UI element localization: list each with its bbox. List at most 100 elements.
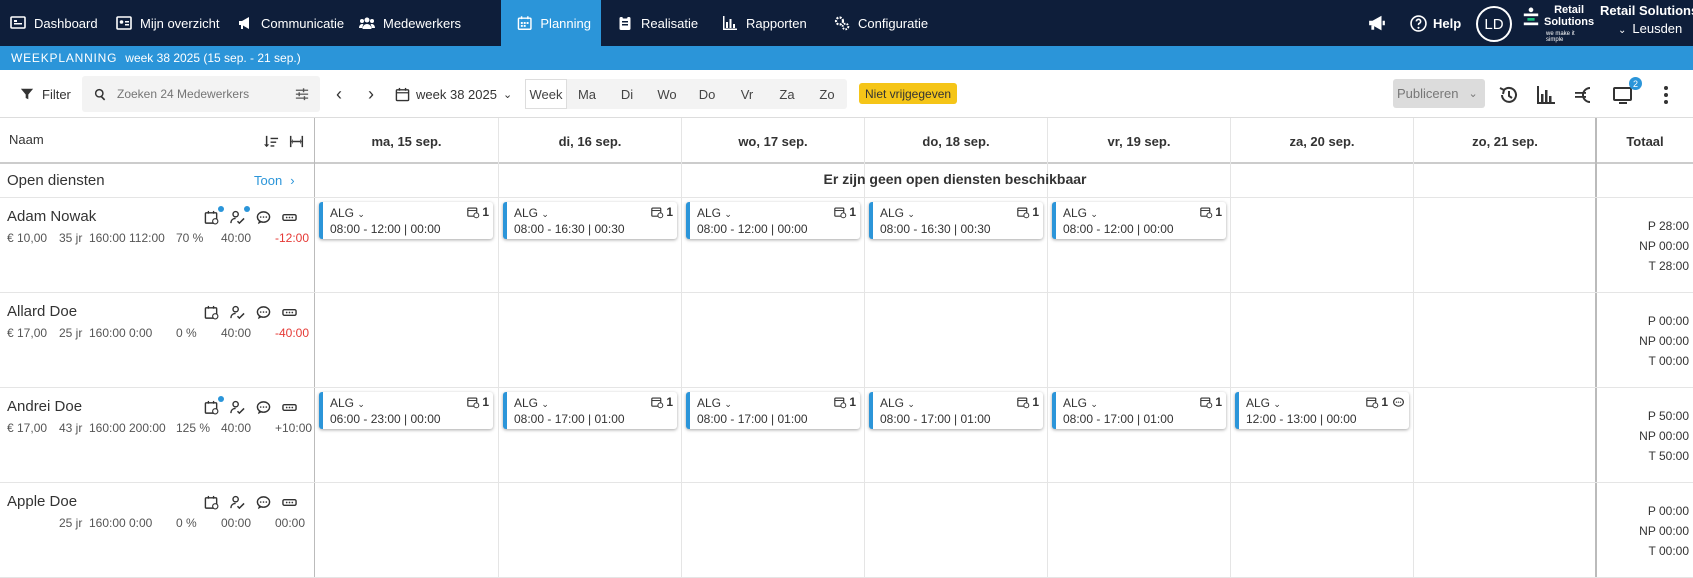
contract-hours: 160:00	[89, 516, 126, 530]
nav-label: Rapporten	[746, 15, 807, 31]
day-tab-vr[interactable]: Vr	[727, 79, 767, 109]
nav-configuratie[interactable]: Configuratie	[824, 0, 938, 46]
shift-time: 08:00 - 17:00 | 01:00	[697, 412, 808, 426]
nav-realisatie[interactable]: Realisatie	[607, 0, 708, 46]
day-tab-wo[interactable]: Wo	[647, 79, 687, 109]
sliders-icon[interactable]	[295, 87, 309, 101]
more-options-icon[interactable]	[282, 210, 299, 227]
day-tab-ma[interactable]: Ma	[567, 79, 607, 109]
row-totals: P 50:00 NP 00:00 T 50:00	[1639, 409, 1689, 463]
chat-icon[interactable]	[256, 210, 273, 227]
more-options-icon[interactable]	[282, 495, 299, 512]
grid-header: Naam ma, 15 sep. di, 16 sep. wo, 17 sep.…	[0, 118, 1693, 164]
chevron-down-icon: ⌄	[907, 209, 915, 219]
shift-card[interactable]: ALG ⌄ 1 08:00 - 17:00 | 01:00	[869, 392, 1043, 429]
euro-icon[interactable]	[1573, 84, 1595, 106]
chat-icon[interactable]	[256, 400, 273, 417]
more-options-icon[interactable]	[282, 305, 299, 322]
week-hours: 40:00	[221, 326, 252, 340]
shift-time: 12:00 - 13:00 | 00:00	[1246, 412, 1357, 426]
percentage: 125 %	[176, 421, 211, 435]
next-week-button[interactable]: ›	[368, 80, 374, 108]
day-tab-do[interactable]: Do	[687, 79, 727, 109]
nav-rapporten[interactable]: Rapporten	[712, 0, 817, 46]
calendar-clock-icon	[834, 396, 847, 408]
day-tab-zo[interactable]: Zo	[807, 79, 847, 109]
chat-icon[interactable]	[256, 495, 273, 512]
shift-card[interactable]: ALG ⌄ 1 08:00 - 17:00 | 01:00	[686, 392, 860, 429]
week-picker[interactable]: week 38 2025 ⌄	[395, 80, 512, 108]
day-tab-di[interactable]: Di	[607, 79, 647, 109]
employee-name[interactable]: Allard Doe	[7, 303, 77, 320]
history-icon[interactable]	[1498, 84, 1520, 106]
employee-row: Adam Nowak € 10,00 35 jr 160:00 112:00 7…	[0, 198, 1693, 293]
nav-dashboard[interactable]: Dashboard	[0, 0, 108, 46]
hours-delta: -40:00	[275, 326, 310, 340]
user-check-icon[interactable]	[230, 400, 247, 417]
employee-name[interactable]: Andrei Doe	[7, 398, 82, 415]
day-tab-za[interactable]: Za	[767, 79, 807, 109]
top-navigation: Dashboard Mijn overzicht Communicatie Me…	[0, 0, 1693, 46]
shift-card[interactable]: ALG ⌄ 1 08:00 - 17:00 | 01:00	[503, 392, 677, 429]
store-location[interactable]: ⌄ Leusden	[1618, 21, 1682, 36]
open-shifts-toggle[interactable]: Toon ›	[254, 173, 295, 188]
chevron-right-icon: ›	[368, 83, 374, 104]
sort-icon[interactable]	[264, 134, 279, 149]
announcements-icon[interactable]	[1368, 14, 1386, 32]
shift-count: 1	[467, 205, 489, 219]
publish-button[interactable]: Publiceren ⌄	[1393, 79, 1485, 108]
filter-button[interactable]: Filter	[20, 80, 71, 108]
more-vertical-icon[interactable]	[1655, 84, 1677, 106]
shift-time: 08:00 - 16:30 | 00:30	[880, 222, 991, 236]
nav-planning[interactable]: Planning	[501, 0, 601, 46]
help-button[interactable]: Help	[1410, 0, 1461, 46]
shift-count: 1	[1017, 395, 1039, 409]
shift-card[interactable]: ALG ⌄ 1 08:00 - 16:30 | 00:30	[503, 202, 677, 239]
shift-card[interactable]: ALG ⌄ 1 08:00 - 12:00 | 00:00	[319, 202, 493, 239]
page-header: WEEKPLANNING week 38 2025 (15 sep. - 21 …	[0, 46, 1693, 70]
nav-communicatie[interactable]: Communicatie	[227, 0, 354, 46]
employee-name[interactable]: Apple Doe	[7, 493, 77, 510]
hours-delta: +10:00	[275, 421, 313, 435]
retail-solutions-logo: Retail Solutions we make it simple	[1518, 3, 1594, 43]
shift-card[interactable]: ALG ⌄ 1 08:00 - 12:00 | 00:00	[686, 202, 860, 239]
nav-label: Medewerkers	[383, 15, 462, 31]
shift-card[interactable]: ALG ⌄ 1 08:00 - 16:30 | 00:30	[869, 202, 1043, 239]
week-hours: 40:00	[221, 231, 252, 245]
day-tab-week[interactable]: Week	[525, 79, 567, 109]
user-check-icon[interactable]	[230, 206, 250, 227]
shift-card[interactable]: ALG ⌄ 1 08:00 - 12:00 | 00:00	[1052, 202, 1226, 239]
user-check-icon[interactable]	[230, 305, 247, 322]
search-input[interactable]	[117, 87, 287, 101]
toolbar: Filter ‹ › week 38 2025 ⌄ Week Ma Di Wo …	[0, 70, 1693, 118]
calendar-availability-icon[interactable]	[204, 206, 224, 227]
total-productive: 00:00	[1658, 504, 1689, 518]
user-avatar[interactable]: LD	[1476, 6, 1512, 42]
store-name[interactable]: Retail Solutions	[1600, 3, 1693, 18]
shift-count: 1	[1200, 205, 1222, 219]
user-check-icon[interactable]	[230, 495, 247, 512]
megaphone-icon	[239, 17, 249, 29]
shift-card[interactable]: ALG ⌄ 1 06:00 - 23:00 | 00:00	[319, 392, 493, 429]
calendar-availability-icon[interactable]	[204, 305, 221, 322]
shift-card[interactable]: ALG ⌄ 1 08:00 - 17:00 | 01:00	[1052, 392, 1226, 429]
shift-card[interactable]: ALG ⌄ 1 12:00 - 13:00 | 00:00	[1235, 392, 1409, 429]
calendar-clock-icon	[651, 206, 664, 218]
day-column-header: vr, 19 sep.	[1047, 118, 1230, 164]
age: 25 jr	[59, 326, 83, 340]
shift-code: ALG ⌄	[697, 396, 732, 410]
calendar-availability-icon[interactable]	[204, 495, 221, 512]
nav-mijn-overzicht[interactable]: Mijn overzicht	[106, 0, 229, 46]
shift-count: 1	[834, 205, 856, 219]
prev-week-button[interactable]: ‹	[336, 80, 342, 108]
more-options-icon[interactable]	[282, 400, 299, 417]
bar-chart-icon[interactable]	[1535, 84, 1557, 106]
chat-icon[interactable]	[256, 305, 273, 322]
nav-medewerkers[interactable]: Medewerkers	[349, 0, 471, 46]
planned-hours: 112:00	[129, 231, 165, 245]
chevron-down-icon: ⌄	[907, 399, 915, 409]
expand-width-icon[interactable]	[289, 134, 304, 149]
calendar-availability-icon[interactable]	[204, 396, 224, 417]
planned-hours: 0:00	[129, 326, 153, 340]
employee-name[interactable]: Adam Nowak	[7, 208, 96, 225]
